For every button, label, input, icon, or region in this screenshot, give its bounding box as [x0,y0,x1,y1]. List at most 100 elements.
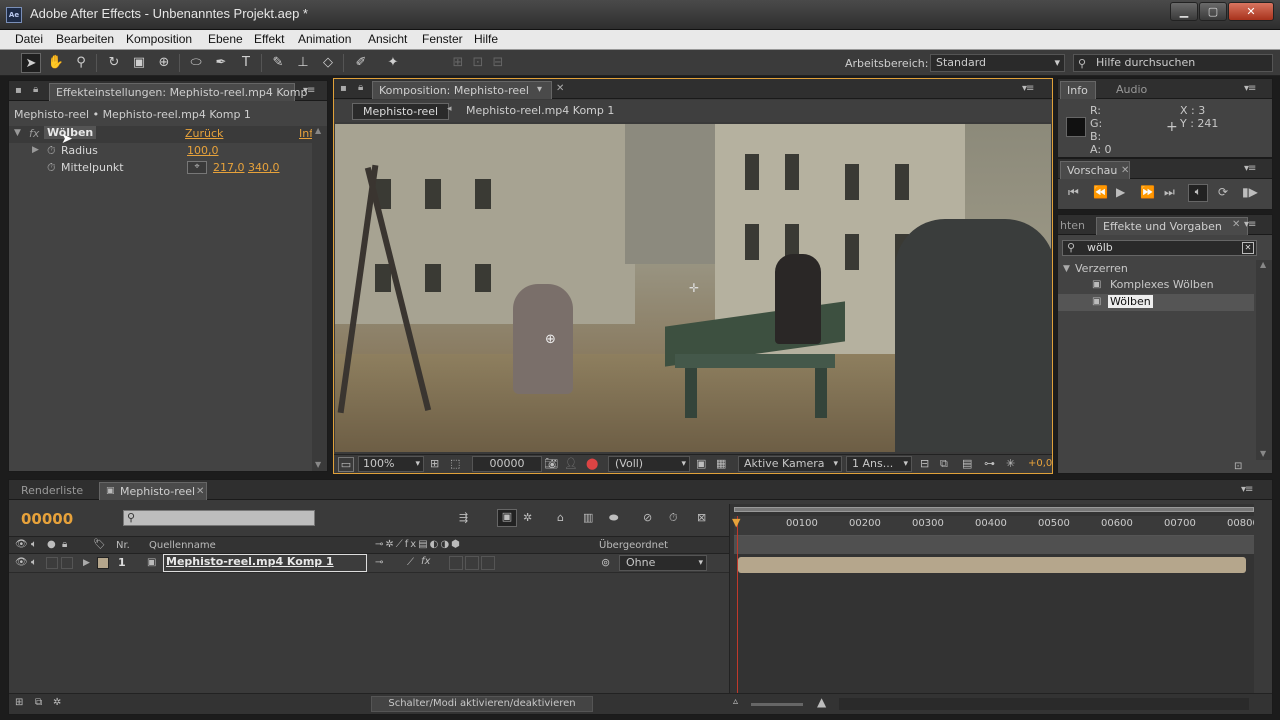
camera-select[interactable]: Aktive Kamera ▾ [738,456,842,472]
region-of-interest-icon[interactable]: ▣ [696,457,706,470]
auto-keyframe-icon[interactable]: ⏱ [669,511,678,525]
work-area-bar[interactable] [734,507,1254,512]
fx-switch-icon[interactable]: fx [421,556,430,567]
expand-triangle-icon[interactable]: ▶ [83,558,90,568]
horizontal-scrollbar[interactable] [839,698,1249,710]
effect-item-bulge[interactable]: Wölben [1108,295,1153,308]
expand-transfer-controls-icon[interactable]: ⧉ [35,697,42,708]
grid-guides-icon[interactable]: ⊞ [430,457,439,470]
time-graph-area[interactable]: 00100 00200 00300 00400 00500 00600 0070… [729,504,1272,714]
timeline-timecode[interactable]: 00000 [21,510,73,528]
exposure-value[interactable]: +0,0 [1028,458,1052,469]
shy-switch-icon[interactable]: ⊸ [375,557,383,568]
zoom-out-icon[interactable]: ▵ [733,696,738,707]
world-axis-icon[interactable]: ⊡ [468,53,488,73]
zoom-select[interactable]: 100% ▾ [358,456,424,472]
tab-effects-presets[interactable]: Effekte und Vorgaben [1096,217,1248,235]
timeline-scrollbar[interactable] [1254,504,1272,714]
toggle-switches-modes-button[interactable]: Schalter/Modi aktivieren/deaktivieren [371,696,593,712]
effect-item-complex-bulge[interactable]: Komplexes Wölben [1110,278,1214,291]
motion-blur-switch[interactable] [449,556,463,570]
parent-pickwhip-icon[interactable]: ⊚ [601,556,610,569]
scrollbar[interactable]: ▲ ▼ [312,126,327,471]
fast-preview-icon[interactable]: ⧉ [940,457,948,471]
column-parent[interactable]: Übergeordnet [599,540,668,551]
anchor-point-icon[interactable]: ⊕ [545,332,556,347]
column-source-name[interactable]: Quellenname [149,540,216,551]
tab-audio[interactable]: Audio [1116,83,1147,96]
audio-speaker-icon[interactable]: 🔈︎ [31,557,37,568]
layer-name-field[interactable]: Mephisto-reel.mp4 Komp 1 [163,554,367,572]
layer-row[interactable]: 👁︎ 🔈︎ ▶ 1 ▣ Mephisto-reel.mp4 Komp 1 ⊸ ⟋… [9,554,729,573]
stopwatch-icon[interactable]: ⏱ [47,144,56,158]
time-ruler[interactable]: 00100 00200 00300 00400 00500 00600 0070… [734,516,1259,536]
lock-toggle[interactable] [61,557,73,569]
panel-menu-icon[interactable]: ▾≡ [1241,484,1253,495]
3d-layer-switch[interactable] [481,556,495,570]
menu-ansicht[interactable]: Ansicht [368,32,407,46]
menu-effekt[interactable]: Effekt [254,32,284,46]
expand-layer-switches-icon[interactable]: ⊞ [15,697,23,708]
views-select[interactable]: 1 Ans... ▾ [846,456,912,472]
param-radius-value[interactable]: 100,0 [187,144,219,157]
pen-tool-icon[interactable]: ✒ [211,53,231,73]
tab-info[interactable]: Info [1060,81,1096,99]
ellipse-tool-icon[interactable]: ⬭ [186,53,206,73]
menu-bearbeiten[interactable]: Bearbeiten [56,32,114,46]
menu-animation[interactable]: Animation [298,32,351,46]
help-search-input[interactable]: ⚲ Hilfe durchsuchen [1073,54,1273,72]
roto-brush-tool-icon[interactable]: ✐ [351,53,371,73]
timeline-search-input[interactable]: ⚲ [123,510,315,526]
effect-item-bulge-row[interactable]: ▣ Wölben [1058,294,1254,311]
breadcrumb-comp-next[interactable]: Mephisto-reel.mp4 Komp 1 [466,104,614,117]
frame-blending-icon[interactable]: ⌂ [557,511,564,524]
next-frame-icon[interactable]: ⏩ [1140,185,1155,199]
effect-row-wolben[interactable]: ▼ fx Wölben Zurück Inf [9,126,313,143]
scrollbar[interactable]: ▲ ▼ [1256,260,1272,460]
quality-switch-icon[interactable]: ⟋ [407,557,414,568]
rotate-tool-icon[interactable]: ↻ [104,53,124,73]
selection-tool-icon[interactable]: ➤ [21,53,41,73]
axis-mode-icon[interactable]: ⊞ [448,53,468,73]
resolution-select[interactable]: (Voll) ▾ [608,456,690,472]
last-frame-icon[interactable]: ⏭ [1164,185,1175,200]
panel-menu-icon[interactable]: ▾≡ [1022,83,1034,94]
camera-tool-icon[interactable]: ▣ [129,53,149,73]
flowchart-icon[interactable]: ⊶ [984,457,995,470]
new-folder-icon[interactable]: ⊡ [1234,461,1242,472]
point-picker-icon[interactable]: ⌖ [187,161,207,174]
exposure-icon[interactable]: ✳ [1006,457,1015,470]
reset-link[interactable]: Zurück [185,127,223,140]
solo-toggle[interactable] [46,557,58,569]
color-channels-icon[interactable]: ⬤ [586,457,598,470]
menu-hilfe[interactable]: Hilfe [474,32,498,46]
scroll-down-icon[interactable]: ▼ [315,460,321,469]
zoom-in-icon[interactable]: ▲ [817,695,826,709]
first-frame-icon[interactable]: ⏮ [1068,185,1079,200]
motion-blur-icon[interactable]: ▥ [583,511,593,524]
tab-hidden[interactable]: hten [1060,219,1085,232]
category-distort[interactable]: Verzerren [1075,262,1128,275]
playhead-line[interactable] [737,516,738,711]
panel-menu-icon[interactable]: ▾≡ [1244,219,1256,230]
ram-preview-icon[interactable]: ▮▶ [1242,185,1258,199]
view-axis-icon[interactable]: ⊟ [488,53,508,73]
expand-triangle-icon[interactable]: ▼ [1063,264,1070,274]
playhead-icon[interactable]: ▼ [732,516,740,529]
comp-marker-track[interactable] [734,536,1254,554]
menu-ebene[interactable]: Ebene [208,32,243,46]
transparency-grid-icon[interactable]: ▦ [716,457,726,470]
play-icon[interactable]: ▶ [1116,185,1125,199]
menu-datei[interactable]: Datei [15,32,43,46]
panel-menu-icon[interactable]: ▾≡ [1244,163,1256,174]
close-tab-icon[interactable]: ✕ [556,83,564,94]
expand-triangle-icon[interactable]: ▶ [32,145,39,155]
menu-komposition[interactable]: Komposition [126,32,192,46]
toggle-pixel-aspect-icon[interactable]: ⊟ [920,457,929,470]
panel-menu-icon[interactable]: ▾≡ [1244,83,1256,94]
pan-behind-tool-icon[interactable]: ⊕ [154,53,174,73]
parent-select[interactable]: Ohne ▾ [619,555,707,571]
close-button[interactable]: ✕ [1228,2,1274,21]
expand-triangle-icon[interactable]: ▼ [14,128,21,138]
tab-timeline-comp[interactable]: ▣ Mephisto-reel ✕ [99,482,207,500]
